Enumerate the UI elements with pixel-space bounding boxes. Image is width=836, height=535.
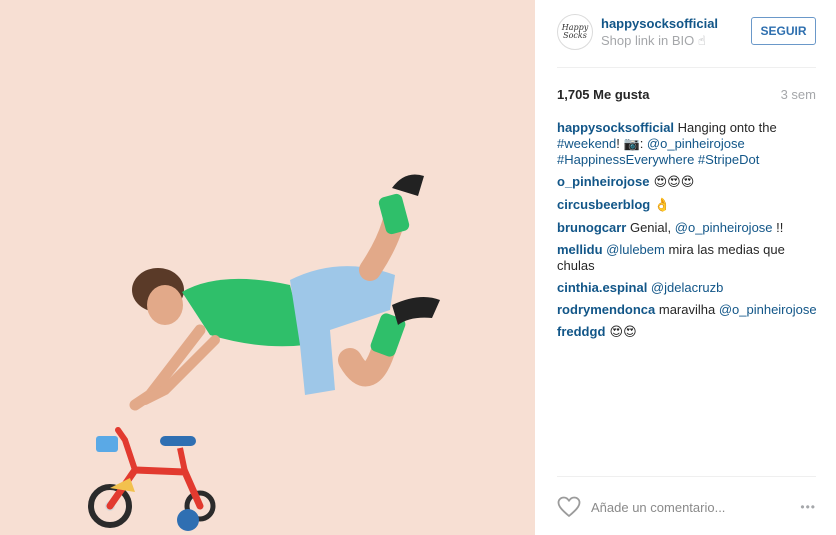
comment-mention[interactable]: @o_pinheirojose (675, 220, 773, 235)
post-time[interactable]: 3 sem (781, 87, 816, 102)
hashtag-weekend[interactable]: #weekend (557, 136, 616, 151)
comment-text: 😍😍 (605, 325, 637, 340)
post-header: Happy Socks happysocksofficial Shop link… (557, 14, 816, 54)
comment-text: !! (772, 220, 784, 235)
comment-text: Genial, (626, 220, 675, 235)
caption: happysocksofficial Hanging onto the #wee… (557, 120, 818, 168)
comment-username[interactable]: mellidu (557, 242, 603, 257)
comment-footer: ••• (557, 494, 816, 522)
comment: rodrymendonca maravilha @o_pinheirojose (557, 302, 818, 318)
likes-row: 1,705 Me gusta 3 sem (557, 87, 816, 102)
comment-text: maravilha (655, 302, 719, 317)
comment-username[interactable]: freddgd (557, 324, 605, 339)
caption-mention[interactable]: @o_pinheirojose (647, 136, 745, 151)
comment: freddgd 😍😍 (557, 324, 818, 341)
more-options-icon[interactable]: ••• (800, 500, 816, 514)
avatar[interactable]: Happy Socks (557, 14, 593, 50)
comment: cinthia.espinal @jdelacruzb (557, 280, 818, 296)
account-bio: Shop link in BIO ☝ (601, 33, 706, 48)
comment: mellidu @lulebem mira las medias que chu… (557, 242, 818, 274)
avatar-logo-text: Happy Socks (561, 23, 589, 40)
instagram-post: Happy Socks happysocksofficial Shop link… (0, 0, 836, 535)
comment-username[interactable]: cinthia.espinal (557, 280, 647, 295)
comment: o_pinheirojose 😍😍😍 (557, 174, 818, 191)
comment-username[interactable]: rodrymendonca (557, 302, 655, 317)
comment-list: happysocksofficial Hanging onto the #wee… (557, 120, 818, 347)
comment: brunogcarr Genial, @o_pinheirojose !! (557, 220, 818, 236)
add-comment-input[interactable] (591, 496, 781, 518)
hashtag-happinesseverywhere[interactable]: #HappinessEverywhere (557, 152, 694, 167)
account-username[interactable]: happysocksofficial (601, 16, 718, 31)
comment-text: 😍😍😍 (649, 175, 695, 190)
comment-mention[interactable]: @jdelacruzb (647, 280, 723, 295)
comment-text: 👌 (650, 198, 671, 213)
comment-mention[interactable]: @o_pinheirojose (719, 302, 817, 317)
photo-illustration (0, 0, 535, 535)
post-sidebar: Happy Socks happysocksofficial Shop link… (535, 0, 836, 535)
caption-text: Hanging onto the (674, 120, 777, 135)
comment-username[interactable]: brunogcarr (557, 220, 626, 235)
divider (557, 476, 816, 477)
caption-text: ! 📷: (616, 136, 647, 151)
follow-button[interactable]: SEGUIR (751, 17, 816, 45)
comment-mention[interactable]: @lulebem (603, 242, 665, 257)
post-photo[interactable] (0, 0, 535, 535)
comment-username[interactable]: o_pinheirojose (557, 174, 649, 189)
comment-username[interactable]: circusbeerblog (557, 197, 650, 212)
caption-username[interactable]: happysocksofficial (557, 120, 674, 135)
likes-count[interactable]: 1,705 Me gusta (557, 87, 650, 102)
comment: circusbeerblog 👌 (557, 197, 818, 214)
heart-outline-icon[interactable] (557, 496, 581, 523)
hashtag-stripedot[interactable]: #StripeDot (698, 152, 759, 167)
divider (557, 67, 816, 68)
